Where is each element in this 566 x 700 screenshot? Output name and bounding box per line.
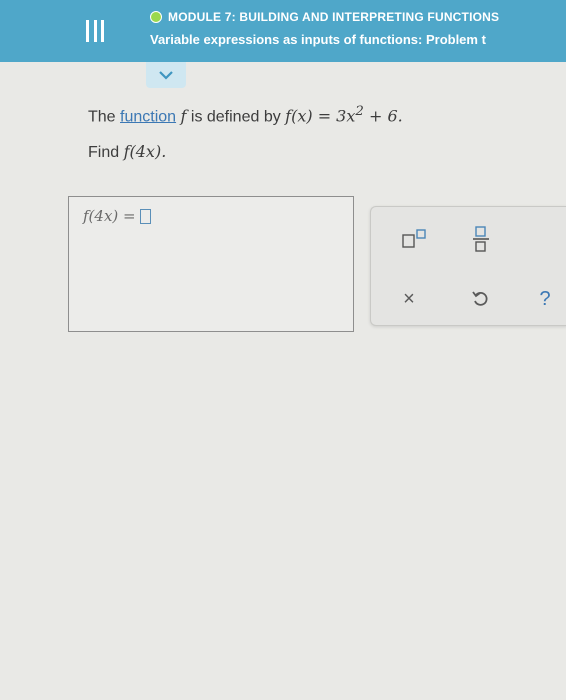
- expand-header-button[interactable]: [146, 62, 186, 88]
- definition-rhs: + 6.: [363, 106, 403, 126]
- chevron-down-icon: [159, 71, 173, 80]
- fraction-button[interactable]: [463, 223, 499, 255]
- status-dot-icon: [150, 11, 162, 23]
- problem-subtitle: Variable expressions as inputs of functi…: [150, 32, 486, 47]
- intro-text: The: [88, 108, 121, 126]
- module-title: MODULE 7: BUILDING AND INTERPRETING FUNC…: [168, 10, 500, 24]
- fraction-icon: [473, 226, 489, 252]
- undo-button[interactable]: [463, 283, 499, 315]
- definition-exponent: 2: [355, 104, 364, 119]
- answer-prefix: f(4x) =: [83, 207, 136, 225]
- answer-slot[interactable]: [139, 208, 151, 224]
- answer-expression: f(4x) =: [83, 207, 151, 225]
- math-toolpad: × ?: [370, 206, 566, 326]
- exponent-icon: [402, 229, 426, 248]
- undo-icon: [472, 291, 488, 306]
- problem-statement: The function f is defined by f(x) = 3x2 …: [88, 104, 403, 126]
- definition-lhs: f(x) = 3x: [285, 106, 356, 126]
- find-instruction: Find f(4x).: [88, 142, 166, 162]
- exponent-button[interactable]: [397, 223, 433, 255]
- find-label: Find: [88, 144, 124, 161]
- function-definition-link[interactable]: function: [120, 108, 176, 125]
- clear-button[interactable]: ×: [391, 283, 427, 315]
- find-expression: f(4x).: [123, 142, 167, 161]
- defined-by-text: is defined by: [186, 108, 286, 126]
- module-title-line: MODULE 7: BUILDING AND INTERPRETING FUNC…: [150, 10, 499, 24]
- module-header: MODULE 7: BUILDING AND INTERPRETING FUNC…: [0, 0, 566, 62]
- help-button[interactable]: ?: [527, 283, 563, 315]
- answer-input-area[interactable]: f(4x) =: [68, 196, 354, 332]
- menu-icon[interactable]: [86, 20, 104, 42]
